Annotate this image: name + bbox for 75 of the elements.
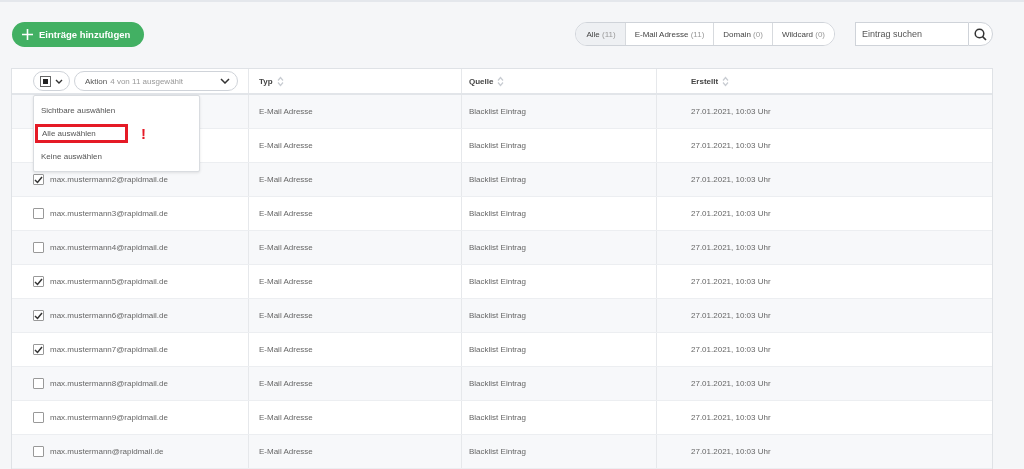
sort-icon	[722, 75, 730, 87]
checkbox[interactable]	[33, 208, 44, 219]
table-cell: E-Mail Adresse	[259, 107, 313, 116]
search-button[interactable]	[968, 22, 993, 46]
table-cell: E-Mail Adresse	[259, 447, 313, 456]
table-cell: Blacklist Eintrag	[469, 277, 526, 286]
email-cell: max.mustermann@rapidmail.de	[50, 447, 164, 456]
menu-item[interactable]: Alle auswählen	[35, 124, 128, 143]
table-cell: Blacklist Eintrag	[469, 141, 526, 150]
table-cell: Blacklist Eintrag	[469, 379, 526, 388]
table-cell: 27.01.2021, 10:03 Uhr	[691, 311, 771, 320]
plus-icon	[22, 28, 33, 40]
table-cell: E-Mail Adresse	[259, 243, 313, 252]
table-cell: Blacklist Eintrag	[469, 311, 526, 320]
table-cell: Blacklist Eintrag	[469, 413, 526, 422]
check-icon	[34, 311, 43, 320]
table-cell: Blacklist Eintrag	[469, 243, 526, 252]
filter-tab[interactable]: Wildcard (0)	[771, 23, 834, 45]
checkbox[interactable]	[33, 412, 44, 423]
email-cell: max.mustermann3@rapidmail.de	[50, 209, 168, 218]
table-cell: E-Mail Adresse	[259, 413, 313, 422]
sort-icon	[497, 75, 505, 87]
table-cell: E-Mail Adresse	[259, 209, 313, 218]
table-cell: 27.01.2021, 10:03 Uhr	[691, 413, 771, 422]
table-cell: Blacklist Eintrag	[469, 447, 526, 456]
check-icon	[34, 175, 43, 184]
table-cell: E-Mail Adresse	[259, 175, 313, 184]
email-cell: max.mustermann7@rapidmail.de	[50, 345, 168, 354]
menu-item[interactable]: Sichtbare auswählen	[34, 101, 123, 120]
check-icon	[34, 345, 43, 354]
search-icon	[974, 27, 987, 41]
filter-tab[interactable]: Alle (11)	[576, 23, 625, 45]
email-cell: max.mustermann5@rapidmail.de	[50, 277, 168, 286]
table-cell: 27.01.2021, 10:03 Uhr	[691, 209, 771, 218]
table-cell: 27.01.2021, 10:03 Uhr	[691, 447, 771, 456]
checkbox[interactable]	[33, 242, 44, 253]
table-cell: Blacklist Eintrag	[469, 345, 526, 354]
table-cell: 27.01.2021, 10:03 Uhr	[691, 243, 771, 252]
chevron-icon	[55, 78, 63, 84]
column-header[interactable]: Erstellt	[691, 76, 719, 86]
table-cell: 27.01.2021, 10:03 Uhr	[691, 345, 771, 354]
sort-icon	[276, 75, 284, 87]
action-dropdown[interactable]: Aktion 4 von 11 ausgewählt	[74, 71, 238, 91]
table-cell: E-Mail Adresse	[259, 379, 313, 388]
checkbox[interactable]	[33, 378, 44, 389]
email-cell: max.mustermann9@rapidmail.de	[50, 413, 168, 422]
select-all-dropdown[interactable]	[33, 71, 70, 91]
table-cell: E-Mail Adresse	[259, 141, 313, 150]
chevron-icon	[220, 78, 230, 84]
email-cell: max.mustermann2@rapidmail.de	[50, 175, 168, 184]
table-cell: 27.01.2021, 10:03 Uhr	[691, 379, 771, 388]
checkbox[interactable]	[33, 276, 44, 287]
table-cell: Blacklist Eintrag	[469, 175, 526, 184]
table-cell: 27.01.2021, 10:03 Uhr	[691, 175, 771, 184]
checkbox[interactable]	[33, 446, 44, 457]
checkbox[interactable]	[33, 174, 44, 185]
check-icon	[34, 277, 43, 286]
email-cell: max.mustermann8@rapidmail.de	[50, 379, 168, 388]
table-cell: Blacklist Eintrag	[469, 107, 526, 116]
table-cell: E-Mail Adresse	[259, 345, 313, 354]
table-cell: E-Mail Adresse	[259, 311, 313, 320]
checkbox[interactable]	[33, 310, 44, 321]
table-cell: Blacklist Eintrag	[469, 209, 526, 218]
column-header[interactable]: Quelle	[469, 76, 494, 86]
table-cell: 27.01.2021, 10:03 Uhr	[691, 141, 771, 150]
table-cell: 27.01.2021, 10:03 Uhr	[691, 107, 771, 116]
email-cell: max.mustermann6@rapidmail.de	[50, 311, 168, 320]
table-cell: E-Mail Adresse	[259, 277, 313, 286]
table-cell: 27.01.2021, 10:03 Uhr	[691, 277, 771, 286]
search-field[interactable]: Eintrag suchen	[855, 22, 968, 46]
menu-item[interactable]: Keine auswählen	[34, 147, 109, 166]
email-cell: max.mustermann4@rapidmail.de	[50, 243, 168, 252]
checkbox[interactable]	[33, 344, 44, 355]
column-header[interactable]: Typ	[259, 76, 273, 86]
exclamation-mark: !	[141, 125, 146, 142]
